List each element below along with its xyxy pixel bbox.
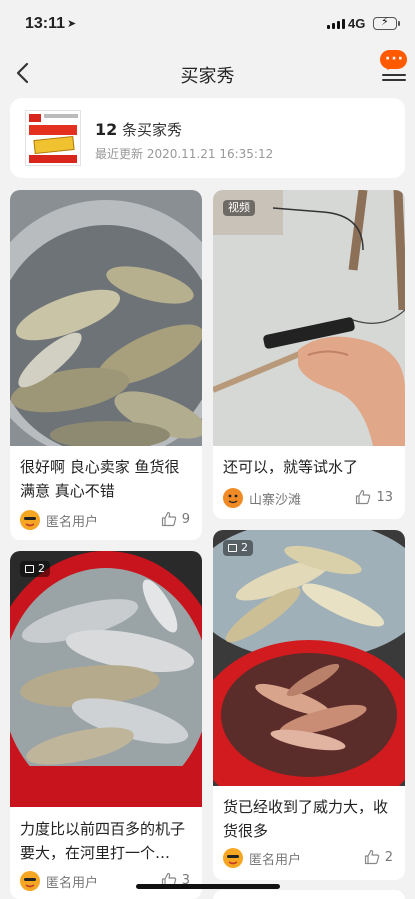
- review-summary-card[interactable]: 12 条买家秀 最近更新 2020.11.21 16:35:12: [10, 98, 405, 178]
- network-type: 4G: [348, 16, 366, 31]
- battery-icon: ⚡: [373, 15, 397, 30]
- image-icon: [228, 544, 237, 552]
- user-name: 匿名用户: [46, 514, 99, 530]
- like-count: 13: [376, 489, 393, 505]
- product-thumbnail: [25, 110, 81, 166]
- video-badge: 视频: [223, 200, 255, 216]
- status-time: 13:11: [25, 15, 66, 32]
- home-indicator[interactable]: [136, 884, 280, 889]
- review-card[interactable]: 2 力度比以前四百多的机子要大，在河里打一个… 匿名用户 3: [10, 551, 202, 899]
- message-menu-button[interactable]: ···: [380, 50, 408, 81]
- image-icon: [25, 565, 34, 573]
- like-button[interactable]: 9: [161, 511, 190, 527]
- thumbs-up-icon: [364, 849, 379, 865]
- avatar: [223, 488, 243, 508]
- review-card[interactable]: 很好啊 良心卖家 鱼货很满意 真心不错 匿名用户 9: [10, 190, 202, 540]
- avatar: [20, 871, 40, 891]
- battery-tip: [398, 21, 400, 26]
- chat-bubble-icon: ···: [380, 50, 407, 70]
- user-name: 匿名用户: [46, 875, 99, 891]
- like-button[interactable]: 2: [364, 849, 393, 865]
- review-user[interactable]: 匿名用户: [20, 871, 98, 891]
- review-photo: 2: [10, 551, 202, 807]
- user-name: 山寨沙滩: [249, 492, 302, 508]
- thumbs-up-icon: [161, 511, 176, 527]
- nav-bar: 买家秀 ···: [0, 50, 415, 96]
- review-user[interactable]: 山寨沙滩: [223, 488, 301, 508]
- review-card[interactable]: 2 货已经收到了威力大，收货很多 匿名用户 2: [213, 530, 405, 880]
- review-photo: 2: [213, 530, 405, 786]
- signal-icon: [327, 19, 345, 29]
- review-text: 货已经收到了威力大，收货很多: [223, 798, 389, 840]
- avatar: [20, 510, 40, 530]
- photo-count-badge: 2: [223, 540, 253, 556]
- page-title: 买家秀: [180, 66, 235, 87]
- review-card[interactable]: 视频 还可以，就等试水了 山寨沙滩 13: [213, 190, 405, 519]
- review-text: 力度比以前四百多的机子要大，在河里打一个…: [20, 820, 186, 862]
- like-button[interactable]: 13: [355, 489, 393, 505]
- review-user[interactable]: 匿名用户: [223, 848, 301, 868]
- review-count: 12 条买家秀: [95, 119, 182, 140]
- like-count: 2: [384, 849, 393, 865]
- status-bar: 13:11 ➤ 4G ⚡: [0, 0, 415, 50]
- location-arrow-icon: ➤: [67, 17, 77, 30]
- review-video-thumbnail: 视频: [213, 190, 405, 446]
- like-count: 9: [181, 511, 190, 527]
- last-updated: 最近更新 2020.11.21 16:35:12: [95, 147, 274, 161]
- menu-icon: [382, 74, 406, 84]
- photo-count-badge: 2: [20, 561, 50, 577]
- review-text: 还可以，就等试水了: [223, 458, 359, 476]
- review-count-number: 12: [95, 120, 118, 139]
- review-user[interactable]: 匿名用户: [20, 510, 98, 530]
- review-text: 很好啊 良心卖家 鱼货很满意 真心不错: [20, 458, 180, 500]
- review-count-suffix: 条买家秀: [117, 121, 183, 139]
- user-name: 匿名用户: [249, 852, 302, 868]
- thumbs-up-icon: [356, 489, 371, 505]
- photo-count: 2: [241, 541, 248, 554]
- review-photo: [10, 190, 202, 446]
- review-card-next[interactable]: [213, 890, 405, 899]
- avatar: [223, 848, 243, 868]
- photo-count: 2: [38, 562, 45, 575]
